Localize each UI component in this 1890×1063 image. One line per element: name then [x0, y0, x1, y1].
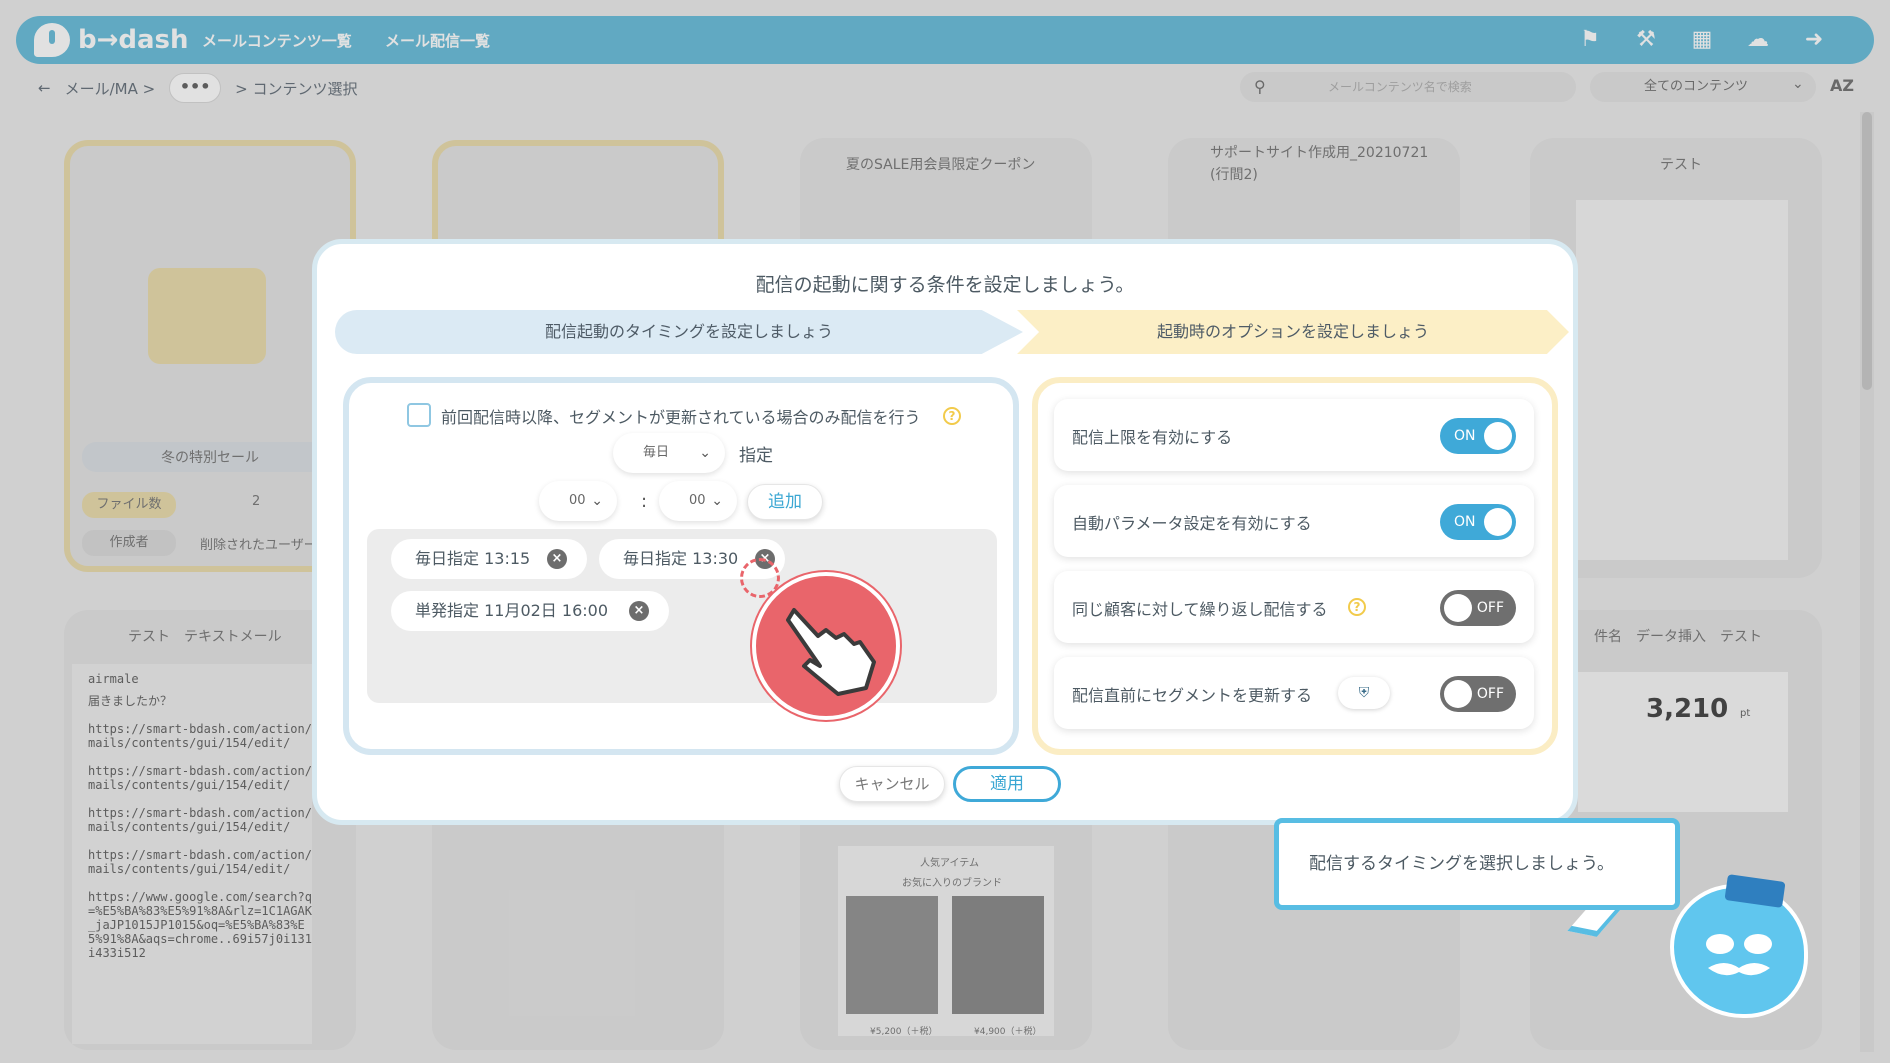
- time-separator: :: [641, 491, 648, 512]
- options-panel: 配信上限を有効にする ON 自動パラメータ設定を有効にする ON 同じ顧客に対し…: [1032, 377, 1558, 755]
- toggle-knob: [1484, 422, 1512, 450]
- minute-value: 00: [689, 493, 706, 508]
- frequency-value: 毎日: [643, 445, 670, 460]
- chevron-down-icon: ⌄: [699, 445, 711, 461]
- refresh-segment-toggle[interactable]: OFF: [1440, 676, 1516, 712]
- toggle-knob: [1444, 594, 1472, 622]
- delivery-limit-toggle[interactable]: ON: [1440, 418, 1516, 454]
- option-label: 自動パラメータ設定を有効にする: [1072, 514, 1312, 533]
- toggle-state: ON: [1454, 428, 1476, 444]
- hour-select[interactable]: 00 ⌄: [539, 481, 617, 521]
- option-row: 配信直前にセグメントを更新する ⛨ OFF: [1054, 657, 1534, 729]
- tooltip-text: 配信するタイミングを選択しましょう。: [1309, 854, 1614, 874]
- toggle-knob: [1484, 508, 1512, 536]
- help-icon[interactable]: ?: [943, 407, 961, 425]
- help-icon[interactable]: ?: [1348, 598, 1366, 616]
- pointer-hand-icon: [752, 572, 900, 720]
- schedule-chip: 単発指定 11月02日 16:00 ×: [391, 591, 669, 631]
- chevron-down-icon: ⌄: [591, 493, 603, 509]
- schedule-chip-label: 毎日指定 13:15: [415, 549, 531, 568]
- option-label: 配信直前にセグメントを更新する: [1072, 686, 1313, 705]
- segment-updated-checkbox[interactable]: [407, 403, 431, 427]
- add-schedule-button[interactable]: 追加: [747, 484, 823, 520]
- guide-tooltip: 配信するタイミングを選択しましょう。: [1274, 818, 1680, 910]
- auto-parameter-toggle[interactable]: ON: [1440, 504, 1516, 540]
- minute-select[interactable]: 00 ⌄: [659, 481, 737, 521]
- hour-value: 00: [569, 493, 586, 508]
- option-row: 配信上限を有効にする ON: [1054, 399, 1534, 471]
- step-options-label: 起動時のオプションを設定しましょう: [1156, 322, 1429, 341]
- schedule-chip-label: 毎日指定 13:30: [623, 549, 739, 568]
- timing-panel: 前回配信時以降、セグメントが更新されている場合のみ配信を行う ? 毎日 ⌄ 指定…: [343, 377, 1019, 755]
- apply-button[interactable]: 適用: [953, 766, 1061, 802]
- segment-updated-label: 前回配信時以降、セグメントが更新されている場合のみ配信を行う: [441, 408, 921, 427]
- step-timing-label: 配信起動のタイミングを設定しましょう: [544, 322, 833, 341]
- cancel-button[interactable]: キャンセル: [839, 766, 945, 802]
- toggle-knob: [1444, 680, 1472, 708]
- frequency-select[interactable]: 毎日 ⌄: [613, 433, 725, 473]
- toggle-state: OFF: [1476, 686, 1504, 702]
- option-label: 同じ顧客に対して繰り返し配信する: [1072, 600, 1328, 619]
- toggle-state: ON: [1454, 514, 1476, 530]
- option-row: 同じ顧客に対して繰り返し配信する ? OFF: [1054, 571, 1534, 643]
- toggle-state: OFF: [1476, 600, 1504, 616]
- modal-title: 配信の起動に関する条件を設定しましょう。: [755, 274, 1135, 296]
- option-label: 配信上限を有効にする: [1072, 428, 1233, 447]
- shield-icon[interactable]: ⛨: [1338, 677, 1390, 709]
- schedule-chip: 毎日指定 13:15 ×: [391, 539, 587, 579]
- delivery-trigger-modal: 配信の起動に関する条件を設定しましょう。 配信起動のタイミングを設定しましょう …: [312, 239, 1578, 825]
- step-options: 起動時のオプションを設定しましょう: [1017, 310, 1569, 354]
- repeat-delivery-toggle[interactable]: OFF: [1440, 590, 1516, 626]
- step-timing: 配信起動のタイミングを設定しましょう: [335, 310, 1023, 354]
- option-row: 自動パラメータ設定を有効にする ON: [1054, 485, 1534, 557]
- chevron-down-icon: ⌄: [711, 493, 723, 509]
- schedule-chip-label: 単発指定 11月02日 16:00: [415, 601, 609, 620]
- remove-chip-icon[interactable]: ×: [629, 601, 649, 621]
- frequency-suffix: 指定: [739, 446, 773, 466]
- remove-chip-icon[interactable]: ×: [547, 549, 567, 569]
- mascot-icon: [1670, 884, 1808, 1018]
